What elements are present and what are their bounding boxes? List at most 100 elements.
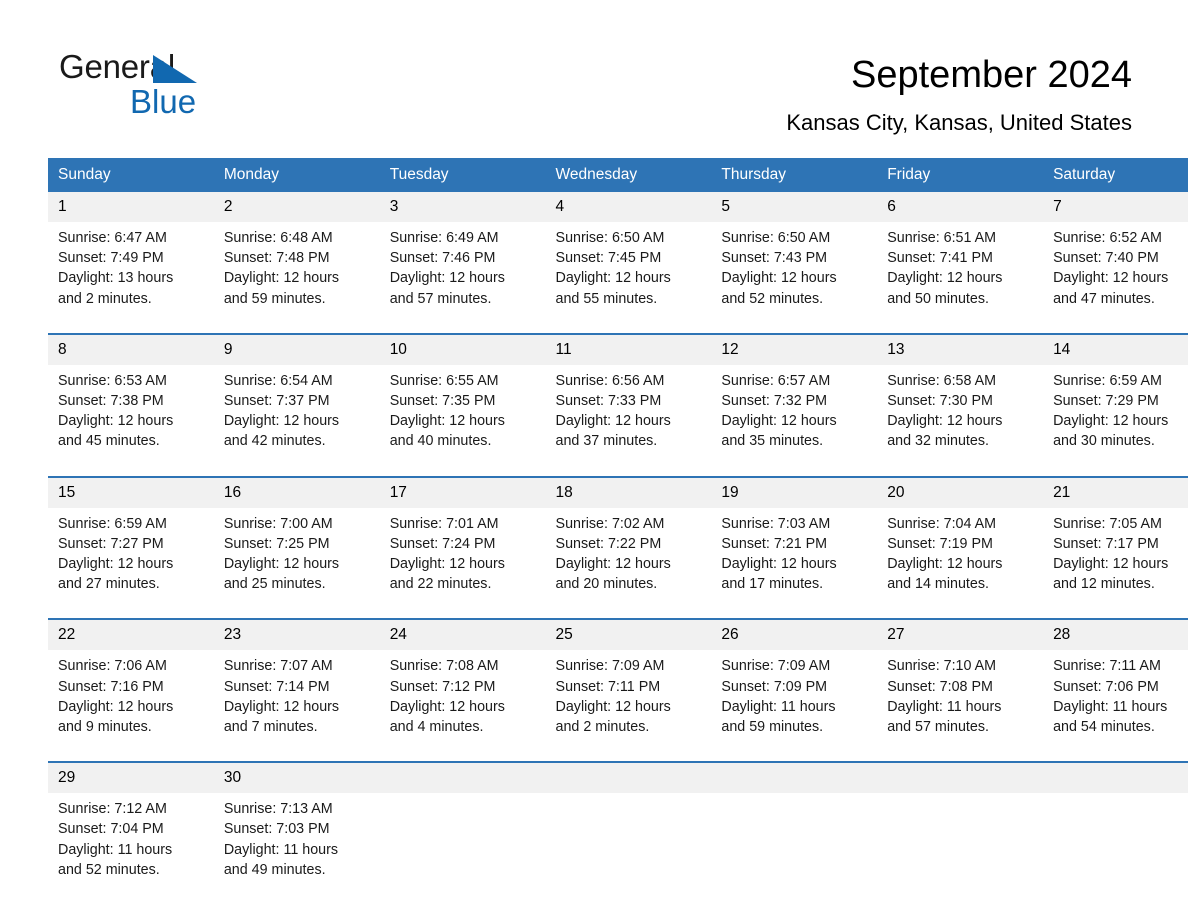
day-number[interactable]: 25 (545, 618, 712, 651)
day-cell[interactable]: Sunrise: 7:10 AM Sunset: 7:08 PM Daylight:… (877, 650, 1044, 763)
week-number-row: 22 23 24 25 26 27 28 (48, 618, 1188, 651)
day-number[interactable]: 19 (711, 475, 878, 508)
day-sunrise-text: Sunrise: 7:05 AM (1053, 515, 1162, 532)
general-blue-logo[interactable]: General Blue (59, 50, 319, 120)
day-sunset-text: Sunset: 7:27 PM (58, 535, 164, 552)
day-cell[interactable]: Sunrise: 6:55 AM Sunset: 7:35 PM Daylight:… (379, 364, 546, 477)
day-number[interactable]: 8 (48, 332, 214, 365)
day-daylight-1-text: Daylight: 12 hours (389, 698, 505, 715)
day-number[interactable]: 17 (379, 475, 546, 508)
day-cell[interactable]: Sunrise: 6:49 AM Sunset: 7:46 PM Daylight:… (379, 222, 546, 334)
day-number[interactable]: 21 (1043, 475, 1188, 508)
day-daylight-1-text: Daylight: 11 hours (887, 698, 1002, 715)
day-number[interactable]: 6 (877, 192, 1044, 222)
weekday-header-friday: Friday (877, 158, 1044, 192)
day-cell[interactable]: Sunrise: 6:58 AM Sunset: 7:30 PM Daylight:… (877, 364, 1044, 477)
day-daylight-2-text: and 52 minutes. (721, 290, 824, 307)
day-sunset-text: Sunset: 7:49 PM (58, 250, 164, 267)
day-number[interactable]: 3 (379, 192, 546, 222)
day-daylight-1-text: Daylight: 11 hours (58, 841, 173, 858)
day-cell[interactable]: Sunrise: 6:53 AM Sunset: 7:38 PM Daylight:… (48, 364, 214, 477)
day-daylight-1-text: Daylight: 12 hours (555, 698, 671, 715)
day-sunset-text: Sunset: 7:03 PM (223, 821, 330, 838)
day-sunrise-text: Sunrise: 7:13 AM (223, 801, 333, 818)
day-number[interactable]: 1 (48, 192, 214, 222)
day-daylight-1-text: Daylight: 12 hours (721, 556, 837, 573)
day-cell[interactable]: Sunrise: 7:12 AM Sunset: 7:04 PM Daylight:… (48, 793, 214, 905)
day-cell[interactable]: Sunrise: 6:50 AM Sunset: 7:43 PM Daylight:… (711, 222, 878, 334)
day-sunset-text: Sunset: 7:38 PM (58, 393, 164, 410)
day-cell[interactable]: Sunrise: 7:05 AM Sunset: 7:17 PM Daylight:… (1043, 507, 1188, 620)
day-number[interactable]: 2 (213, 192, 380, 222)
day-number[interactable]: 11 (545, 332, 712, 365)
day-number[interactable]: 16 (213, 475, 380, 508)
day-cell[interactable]: Sunrise: 6:56 AM Sunset: 7:33 PM Daylight:… (545, 364, 712, 477)
day-cell[interactable]: Sunrise: 7:07 AM Sunset: 7:14 PM Daylight:… (213, 650, 380, 763)
day-daylight-1-text: Daylight: 12 hours (1053, 270, 1169, 287)
day-cell[interactable]: Sunrise: 6:57 AM Sunset: 7:32 PM Daylight:… (711, 364, 878, 477)
day-daylight-2-text: and 2 minutes. (555, 719, 650, 736)
day-cell[interactable]: Sunrise: 6:50 AM Sunset: 7:45 PM Daylight:… (545, 222, 712, 334)
week-number-row: 8 9 10 11 12 13 14 (48, 332, 1188, 365)
day-number[interactable]: 29 (48, 761, 214, 794)
day-daylight-2-text: and 17 minutes. (721, 576, 824, 593)
day-number[interactable]: 4 (545, 192, 712, 222)
day-number[interactable]: 13 (877, 332, 1044, 365)
day-cell[interactable]: Sunrise: 7:11 AM Sunset: 7:06 PM Daylight:… (1043, 650, 1188, 763)
day-sunrise-text: Sunrise: 7:12 AM (58, 801, 167, 818)
day-sunrise-text: Sunrise: 6:58 AM (887, 372, 997, 389)
day-number[interactable]: 5 (711, 192, 878, 222)
weekday-header-sunday: Sunday (48, 158, 214, 192)
day-daylight-1-text: Daylight: 12 hours (555, 270, 671, 287)
week-number-row: 29 30 (48, 761, 1188, 794)
day-sunrise-text: Sunrise: 7:10 AM (887, 658, 997, 675)
day-sunrise-text: Sunrise: 7:06 AM (58, 658, 167, 675)
day-cell[interactable]: Sunrise: 6:52 AM Sunset: 7:40 PM Daylight:… (1043, 222, 1188, 334)
day-cell[interactable]: Sunrise: 6:51 AM Sunset: 7:41 PM Daylight:… (877, 222, 1044, 334)
day-number[interactable]: 10 (379, 332, 546, 365)
day-number[interactable]: 23 (213, 618, 380, 651)
day-cell[interactable]: Sunrise: 7:09 AM Sunset: 7:09 PM Daylight:… (711, 650, 878, 763)
logo-text-blue: Blue (130, 83, 197, 120)
day-cell[interactable]: Sunrise: 7:04 AM Sunset: 7:19 PM Daylight:… (877, 507, 1044, 620)
day-cell[interactable]: Sunrise: 7:06 AM Sunset: 7:16 PM Daylight:… (48, 650, 214, 763)
day-number[interactable]: 9 (213, 332, 380, 365)
day-daylight-1-text: Daylight: 12 hours (1053, 556, 1169, 573)
day-number[interactable]: 15 (48, 475, 214, 508)
day-daylight-2-text: and 52 minutes. (58, 861, 160, 878)
day-daylight-2-text: and 12 minutes. (1053, 576, 1155, 593)
empty-day-number (545, 761, 712, 794)
day-number[interactable]: 12 (711, 332, 878, 365)
weekday-header-tuesday: Tuesday (379, 158, 546, 192)
day-number[interactable]: 14 (1043, 332, 1188, 365)
day-sunrise-text: Sunrise: 6:59 AM (1053, 372, 1162, 389)
day-number[interactable]: 27 (877, 618, 1044, 651)
day-cell[interactable]: Sunrise: 7:03 AM Sunset: 7:21 PM Daylight:… (711, 507, 878, 620)
day-cell[interactable]: Sunrise: 7:08 AM Sunset: 7:12 PM Daylight:… (379, 650, 546, 763)
day-cell[interactable]: Sunrise: 7:02 AM Sunset: 7:22 PM Daylight:… (545, 507, 712, 620)
calendar-body: 1 2 3 4 5 6 7 Sunrise: 6:47 AM Sunset: 7:49 PM Da… (48, 192, 1188, 905)
day-number[interactable]: 7 (1043, 192, 1188, 222)
day-cell[interactable]: Sunrise: 7:13 AM Sunset: 7:03 PM Daylight:… (213, 793, 380, 905)
day-sunrise-text: Sunrise: 7:08 AM (389, 658, 499, 675)
day-cell[interactable]: Sunrise: 6:59 AM Sunset: 7:29 PM Daylight:… (1043, 364, 1188, 477)
day-cell[interactable]: Sunrise: 7:09 AM Sunset: 7:11 PM Daylight:… (545, 650, 712, 763)
day-number[interactable]: 20 (877, 475, 1044, 508)
day-cell[interactable]: Sunrise: 6:48 AM Sunset: 7:48 PM Daylight:… (213, 222, 380, 334)
day-sunrise-text: Sunrise: 6:55 AM (389, 372, 499, 389)
day-cell[interactable]: Sunrise: 7:01 AM Sunset: 7:24 PM Daylight:… (379, 507, 546, 620)
day-cell[interactable]: Sunrise: 6:54 AM Sunset: 7:37 PM Daylight:… (213, 364, 380, 477)
day-number[interactable]: 30 (213, 761, 380, 794)
day-number[interactable]: 22 (48, 618, 214, 651)
day-cell[interactable]: Sunrise: 6:47 AM Sunset: 7:49 PM Daylight:… (48, 222, 214, 334)
day-daylight-2-text: and 27 minutes. (58, 576, 160, 593)
day-cell[interactable]: Sunrise: 7:00 AM Sunset: 7:25 PM Daylight:… (213, 507, 380, 620)
day-number[interactable]: 24 (379, 618, 546, 651)
day-cell[interactable]: Sunrise: 6:59 AM Sunset: 7:27 PM Daylight:… (48, 507, 214, 620)
day-number[interactable]: 18 (545, 475, 712, 508)
calendar-header-row: Sunday Monday Tuesday Wednesday Thursday… (48, 158, 1188, 192)
day-number[interactable]: 26 (711, 618, 878, 651)
day-daylight-1-text: Daylight: 12 hours (389, 270, 505, 287)
day-number[interactable]: 28 (1043, 618, 1188, 651)
day-sunset-text: Sunset: 7:17 PM (1053, 535, 1159, 552)
